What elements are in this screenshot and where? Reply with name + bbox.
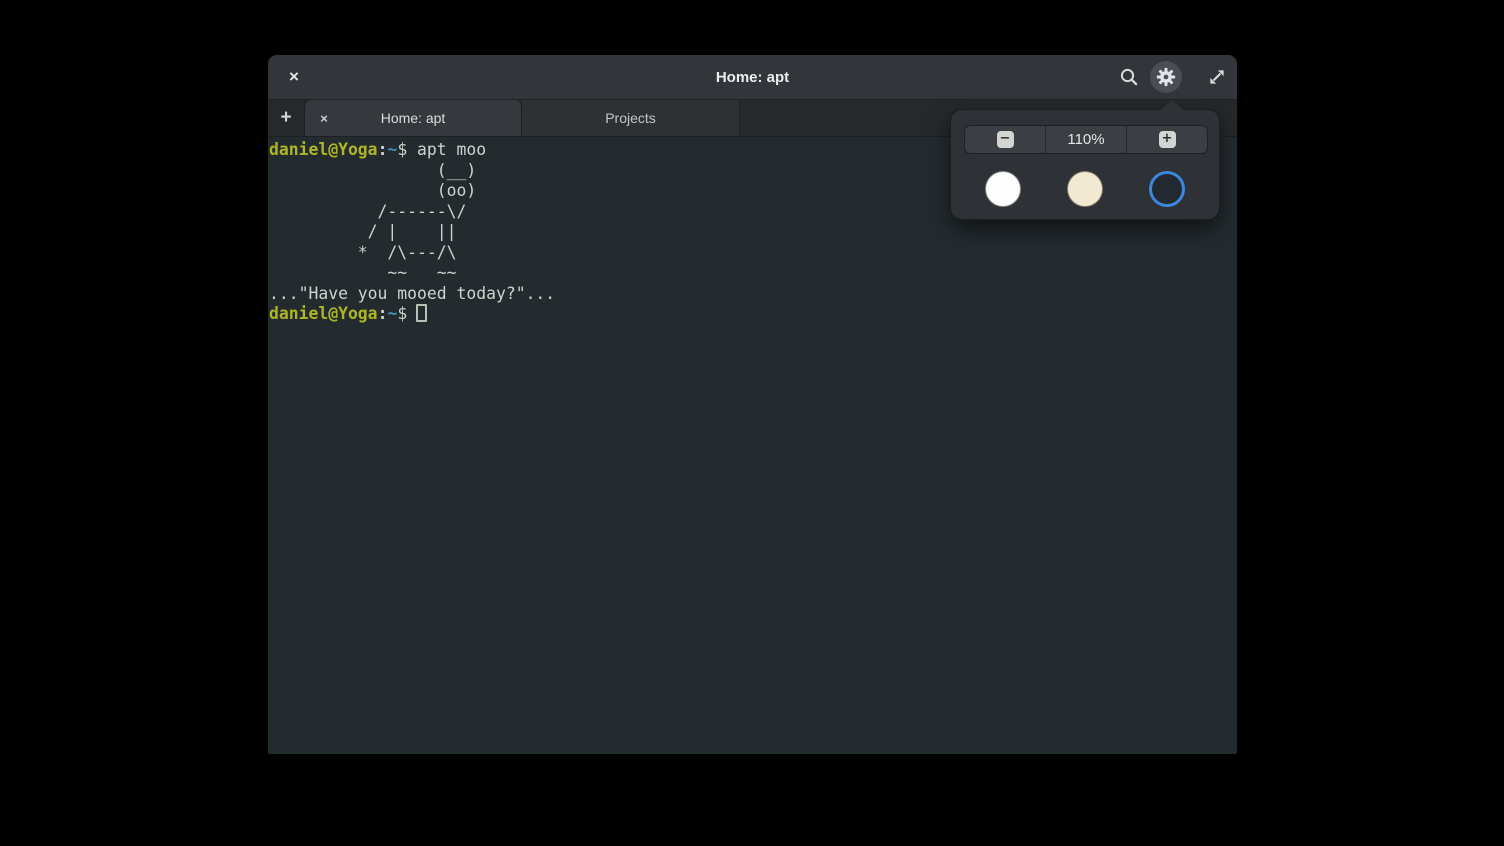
plus-icon: + <box>1159 131 1176 148</box>
settings-button[interactable] <box>1150 61 1182 93</box>
window-close-button[interactable]: × <box>278 61 310 93</box>
tab-label: Projects <box>522 110 739 126</box>
plus-icon: + <box>280 107 291 129</box>
moo-message-line: ..."Have you mooed today?"... <box>269 284 1237 305</box>
minus-icon: − <box>997 131 1014 148</box>
gear-icon <box>1155 66 1177 88</box>
tab-projects[interactable]: Projects <box>522 100 740 136</box>
tab-home-apt[interactable]: × Home: apt <box>304 100 522 136</box>
command-text: apt moo <box>407 140 486 159</box>
settings-popover: − 110% + <box>950 109 1220 220</box>
fullscreen-expand-icon <box>1207 67 1227 87</box>
terminal-screen[interactable]: daniel@Yoga:~$ apt moo (__) (oo) /------… <box>268 137 1237 753</box>
tab-close-button[interactable]: × <box>311 105 337 131</box>
search-icon <box>1119 67 1139 87</box>
theme-light-button[interactable] <box>985 171 1021 207</box>
cow-art-line: * /\---/\ <box>269 243 1237 264</box>
terminal-cursor <box>416 304 427 322</box>
zoom-control-group: − 110% + <box>964 125 1208 154</box>
cow-art-line: / | || <box>269 222 1237 243</box>
header-actions <box>1113 61 1233 93</box>
header-bar: × Home: apt <box>268 55 1237 100</box>
tab-close-icon: × <box>320 111 328 126</box>
cow-art-line: ~~ ~~ <box>269 263 1237 284</box>
zoom-out-button[interactable]: − <box>965 126 1045 153</box>
prompt-line: daniel@Yoga:~$ <box>269 304 1237 325</box>
desktop-background: × Home: apt <box>0 0 1504 846</box>
zoom-in-button[interactable]: + <box>1126 126 1207 153</box>
prompt-user-host: daniel@Yoga <box>269 304 378 323</box>
zoom-level-value: 110% <box>1045 126 1126 153</box>
fullscreen-button[interactable] <box>1201 61 1233 93</box>
prompt-path: ~ <box>387 304 397 323</box>
theme-dark-button[interactable] <box>1149 171 1185 207</box>
prompt-path: ~ <box>387 140 397 159</box>
prompt-user-host: daniel@Yoga <box>269 140 378 159</box>
theme-selector <box>985 171 1185 207</box>
tab-label: Home: apt <box>305 110 521 126</box>
window-title: Home: apt <box>268 69 1237 86</box>
popover-caret <box>1160 100 1184 111</box>
theme-sepia-button[interactable] <box>1067 171 1103 207</box>
new-tab-button[interactable]: + <box>268 100 304 136</box>
search-button[interactable] <box>1113 61 1145 93</box>
close-icon: × <box>289 67 299 87</box>
